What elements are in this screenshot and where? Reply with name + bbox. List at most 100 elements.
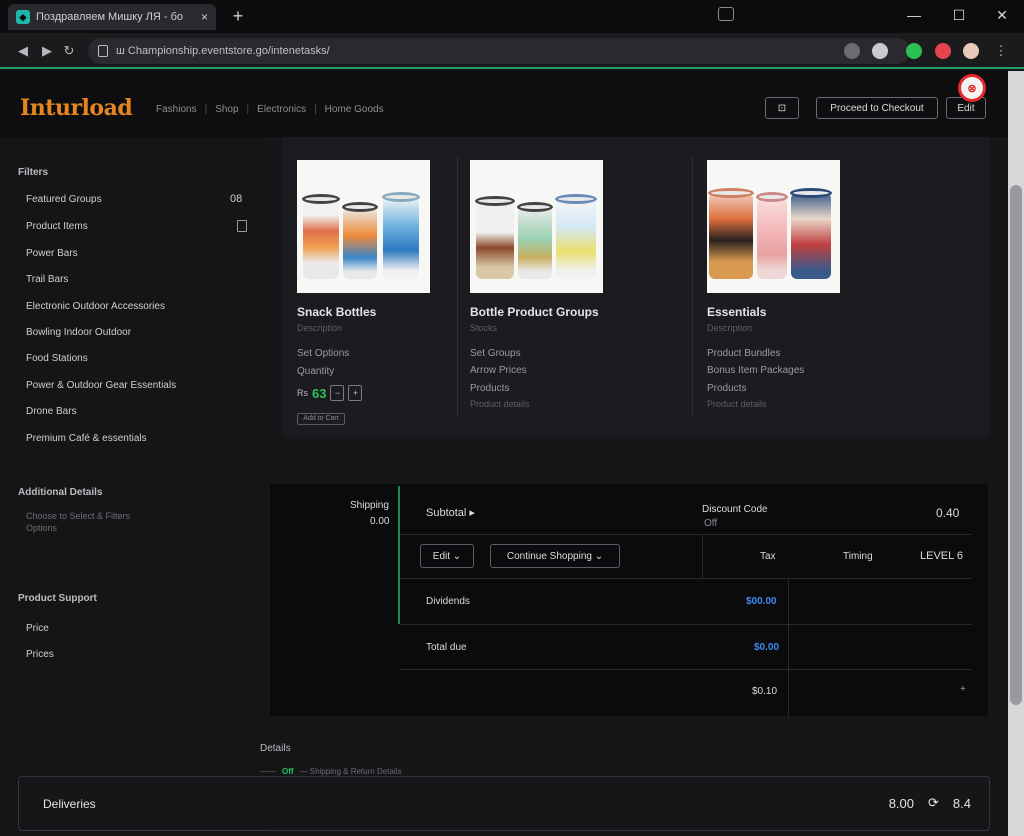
grammar-extension-icon[interactable] <box>906 43 922 59</box>
reload-icon[interactable]: ↻ <box>60 42 78 60</box>
sidebar-subtext: Choose to Select & Filters <box>26 511 131 521</box>
back-icon[interactable]: ◀ <box>14 42 32 60</box>
product-image[interactable] <box>470 160 603 293</box>
tab-close-icon[interactable]: × <box>201 10 208 24</box>
product-card[interactable]: Snack Bottles Description Set Options Qu… <box>297 137 457 437</box>
column-divider <box>702 534 703 578</box>
nav-link[interactable]: Shop <box>215 104 238 115</box>
sidebar-subtext: Options <box>26 523 58 533</box>
sidebar: Filters Featured Groups 08 Product Items… <box>0 137 268 836</box>
tab-search-icon[interactable] <box>718 7 734 21</box>
sidebar-item[interactable]: Food Stations <box>26 353 88 364</box>
sidebar-item[interactable]: Power Bars <box>26 248 78 259</box>
product-subtitle: Stocks <box>470 323 498 333</box>
column-divider <box>788 578 789 716</box>
add-to-cart-button[interactable]: Add to Cart <box>297 413 345 425</box>
sidebar-item-count: 08 <box>230 193 243 205</box>
sidebar-heading: Additional Details <box>18 487 103 498</box>
sidebar-item[interactable]: Drone Bars <box>26 406 77 417</box>
product-image[interactable] <box>297 160 430 293</box>
details-status: Off <box>282 767 294 776</box>
cart-accent-line <box>398 486 400 624</box>
sidebar-item[interactable]: Electronic Outdoor Accessories <box>26 301 165 312</box>
product-detail: Product details <box>707 399 767 409</box>
total-due-label: Total due <box>426 642 467 653</box>
browser-toolbar: ◀ ▶ ↻ ш Сhаmpionship.eventstore.go/inten… <box>0 33 1024 69</box>
maximize-button[interactable]: ☐ <box>945 4 973 26</box>
sidebar-item[interactable]: Product Items <box>26 221 88 232</box>
document-icon[interactable] <box>237 220 247 232</box>
quantity-decrement-button[interactable]: − <box>330 385 345 401</box>
bookmark-icon[interactable] <box>844 43 860 59</box>
product-detail: Quantity <box>297 366 335 377</box>
product-name[interactable]: Essentials <box>707 305 766 319</box>
card-divider <box>692 157 693 415</box>
cart-icon-button[interactable]: ⊡ <box>765 97 799 119</box>
product-card[interactable]: Bottle Product Groups Stocks Set Groups … <box>470 137 670 437</box>
continue-shopping-dropdown[interactable]: Continue Shopping ⌄ <box>490 544 620 568</box>
level-column-header: LEVEL 6 <box>920 550 964 562</box>
product-grid: Snack Bottles Description Set Options Qu… <box>282 137 990 437</box>
close-window-button[interactable]: ✕ <box>988 4 1016 26</box>
footer-bar: Deliveries 8.00 ⟳ 8.4 <box>18 776 990 831</box>
minimize-button[interactable]: — <box>900 4 928 26</box>
sidebar-item[interactable]: Power & Outdoor Gear Essentials <box>26 380 176 391</box>
notification-icon[interactable]: ⊗ <box>958 74 986 102</box>
sidebar-item[interactable]: Trail Bars <box>26 274 68 285</box>
product-card[interactable]: Essentials Description Product Bundles B… <box>707 137 907 437</box>
scrollbar-thumb[interactable] <box>1010 185 1022 705</box>
product-name[interactable]: Bottle Product Groups <box>470 305 599 319</box>
tax-column-header: Tax <box>760 551 776 562</box>
site-header: Inturload Fashions | Shop | Electronics | H… <box>0 71 1008 137</box>
extension-icon[interactable] <box>872 43 888 59</box>
edit-dropdown[interactable]: Edit ⌄ <box>420 544 474 568</box>
new-tab-button[interactable]: + <box>228 6 248 26</box>
details-text: — Shipping & Return Details <box>299 767 402 776</box>
discount-label: Discount Code <box>702 504 768 515</box>
details-prefix: —— <box>260 767 276 776</box>
footer-value: 8.00 <box>888 795 915 811</box>
product-detail: Set Groups <box>470 348 521 359</box>
product-detail: Products <box>707 383 747 394</box>
sidebar-item[interactable]: Price <box>26 623 49 634</box>
product-detail: Set Options <box>297 348 350 359</box>
product-detail: Arrow Prices <box>470 365 527 376</box>
discount-subtext: Off <box>704 518 718 529</box>
card-divider <box>457 157 458 415</box>
expand-icon[interactable]: + <box>960 684 966 695</box>
sidebar-heading: Filters <box>18 167 49 178</box>
grand-total-value: $0.10 <box>752 686 778 697</box>
product-detail: Product details <box>470 399 530 409</box>
profile-avatar[interactable] <box>963 43 979 59</box>
menu-icon[interactable]: ⋮ <box>992 42 1010 60</box>
nav-link[interactable]: Home Goods <box>325 104 384 115</box>
nav-link[interactable]: Fashions <box>156 104 197 115</box>
product-name[interactable]: Snack Bottles <box>297 305 376 319</box>
footer-values: 8.00 ⟳ 8.4 <box>889 795 971 811</box>
product-subtitle: Description <box>297 323 343 333</box>
product-image[interactable] <box>707 160 840 293</box>
sidebar-item[interactable]: Premium Café & essentials <box>26 433 147 444</box>
timing-column-header: Timing <box>843 551 873 562</box>
browser-tab[interactable]: ◆ Поздравляем Мишку ЛЯ - бо × <box>8 4 216 30</box>
sidebar-item[interactable]: Featured Groups <box>26 194 102 205</box>
tab-title: Поздравляем Мишку ЛЯ - бо <box>36 11 184 23</box>
refresh-icon[interactable]: ⟳ <box>928 795 939 811</box>
quantity-increment-button[interactable]: + <box>348 385 363 401</box>
shipping-label: Shipping <box>350 500 389 511</box>
product-detail: Products <box>470 383 510 394</box>
forward-icon[interactable]: ▶ <box>38 42 56 60</box>
details-heading: Details <box>260 743 291 754</box>
sidebar-heading: Product Support <box>18 593 97 604</box>
site-logo[interactable]: Inturload <box>20 95 133 121</box>
price-row: Rs 63 − + <box>297 385 363 401</box>
record-extension-icon[interactable] <box>935 43 951 59</box>
subtotal-link[interactable]: Subtotal ▸ <box>426 506 475 519</box>
nav-link[interactable]: Electronics <box>257 104 306 115</box>
checkout-button[interactable]: Proceed to Checkout <box>816 97 938 119</box>
total-due-value: $0.00 <box>754 642 780 653</box>
sidebar-item[interactable]: Prices <box>26 649 54 660</box>
address-bar[interactable]: ш Сhаmpionship.eventstore.go/intenetasks… <box>88 38 910 64</box>
cart-row-divider <box>400 669 972 670</box>
sidebar-item[interactable]: Bowling Indoor Outdoor <box>26 327 131 338</box>
